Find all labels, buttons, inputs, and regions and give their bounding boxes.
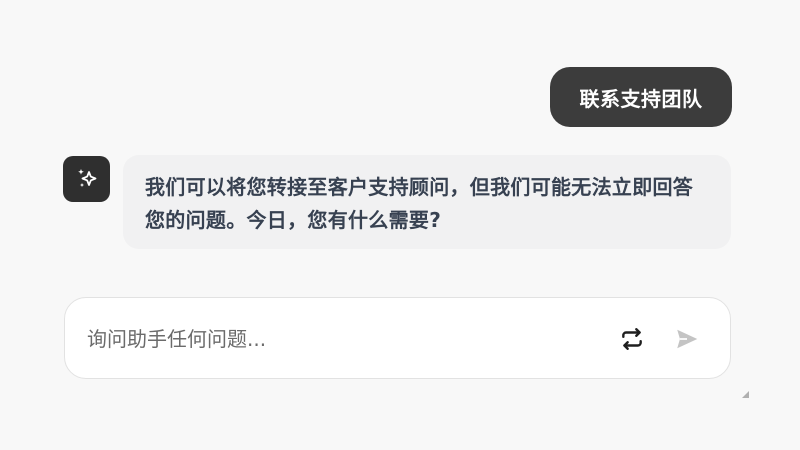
assistant-avatar — [63, 156, 110, 202]
repeat-arrows-icon — [622, 328, 642, 350]
sparkle-icon — [77, 169, 96, 187]
send-arrow-icon — [677, 329, 698, 349]
send-button[interactable] — [672, 324, 702, 354]
user-message-bubble: 联系支持团队 — [550, 67, 732, 127]
chat-window: 联系支持团队 我们可以将您转接至客户支持顾问，但我们可能无法立即回答您的问题。今… — [0, 0, 800, 450]
composer — [64, 297, 731, 379]
refresh-button[interactable] — [617, 324, 647, 354]
user-message-text: 联系支持团队 — [579, 86, 703, 111]
message-input[interactable] — [85, 320, 589, 358]
resize-handle-icon[interactable] — [741, 390, 749, 398]
assistant-message-text: 我们可以将您转接至客户支持顾问，但我们可能无法立即回答您的问题。今日，您有什么需… — [145, 175, 694, 232]
assistant-message-bubble: 我们可以将您转接至客户支持顾问，但我们可能无法立即回答您的问题。今日，您有什么需… — [123, 155, 731, 249]
